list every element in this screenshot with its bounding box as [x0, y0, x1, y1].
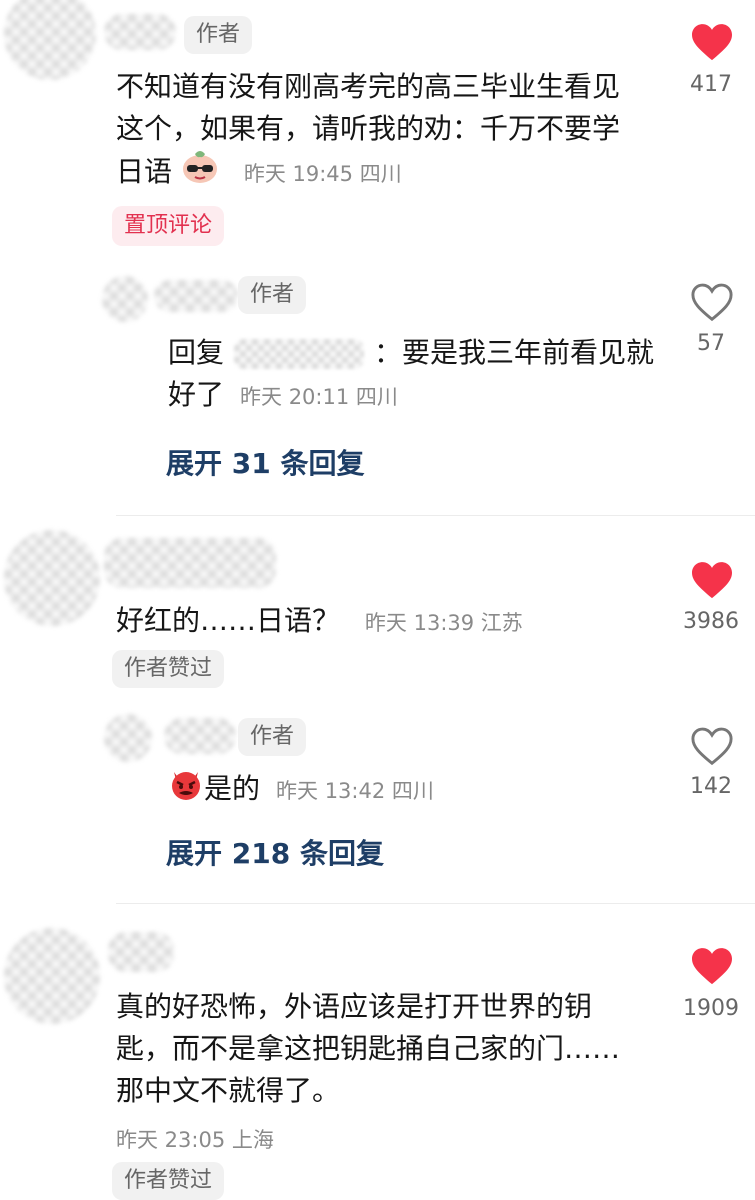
comment-time: 昨天 19:45 四川	[243, 162, 402, 186]
username-blurred[interactable]	[104, 14, 176, 50]
pinned-comment-badge: 置顶评论	[112, 206, 225, 246]
heart-outline-icon[interactable]	[690, 282, 734, 322]
comment-time: 昨天 13:39 江苏	[364, 611, 523, 635]
reply-username-blurred[interactable]	[164, 718, 236, 754]
avatar[interactable]	[4, 530, 100, 626]
reply-like-count: 57	[697, 331, 725, 356]
reply-author-tag: 作者	[238, 718, 307, 756]
comment-body: 好红的……日语？	[116, 604, 341, 637]
reply-prefix: 回复	[168, 336, 225, 369]
author-liked-badge: 作者赞过	[112, 1162, 225, 1200]
username-blurred[interactable]	[104, 538, 276, 588]
divider	[116, 903, 755, 904]
heart-filled-icon[interactable]	[690, 946, 734, 986]
reply-time: 昨天 20:11 四川	[240, 385, 398, 409]
reply-avatar[interactable]	[104, 714, 152, 762]
reply-time: 昨天 13:42 四川	[276, 779, 434, 803]
avatar[interactable]	[4, 928, 100, 1024]
sunglasses-emoji-icon	[181, 150, 219, 196]
like-count: 3986	[683, 609, 739, 634]
author-tag: 作者	[184, 16, 253, 54]
reply-author-tag: 作者	[238, 276, 307, 314]
heart-filled-icon[interactable]	[690, 22, 734, 62]
reply-body: 是的	[204, 772, 261, 805]
expand-replies-button[interactable]: 展开 31 条回复	[166, 442, 364, 482]
reply-username-blurred[interactable]	[154, 280, 238, 312]
comment-text: 不知道有没有刚高考完的高三毕业生看见这个，如果有，请听我的劝：千万不要学日语 昨…	[116, 66, 646, 196]
like-count: 1909	[683, 996, 739, 1021]
reply-text: 回复 ：要是我三年前看见就好了 昨天 20:11 四川	[168, 332, 658, 418]
reply-avatar[interactable]	[102, 276, 148, 322]
devil-emoji-icon	[168, 766, 204, 814]
reply-target-blurred[interactable]	[234, 339, 365, 369]
comment-time: 昨天 23:05 上海	[116, 1128, 274, 1152]
like-count: 417	[690, 72, 732, 97]
comment-body: 真的好恐怖，外语应该是打开世界的钥匙，而不是拿这把钥匙捅自己家的门……那中文不就…	[116, 990, 621, 1107]
divider	[116, 515, 755, 516]
avatar[interactable]	[4, 0, 96, 80]
heart-filled-icon[interactable]	[690, 560, 734, 600]
comment-text: 好红的……日语？ 昨天 13:39 江苏	[116, 600, 656, 644]
expand-replies-button[interactable]: 展开 218 条回复	[166, 832, 384, 872]
author-liked-badge: 作者赞过	[112, 650, 225, 688]
comment-text: 真的好恐怖，外语应该是打开世界的钥匙，而不是拿这把钥匙捅自己家的门……那中文不就…	[116, 986, 646, 1112]
heart-outline-icon[interactable]	[690, 726, 734, 766]
username-blurred[interactable]	[108, 932, 174, 972]
reply-text: 是的 昨天 13:42 四川	[168, 766, 658, 814]
reply-like-count: 142	[690, 774, 732, 799]
